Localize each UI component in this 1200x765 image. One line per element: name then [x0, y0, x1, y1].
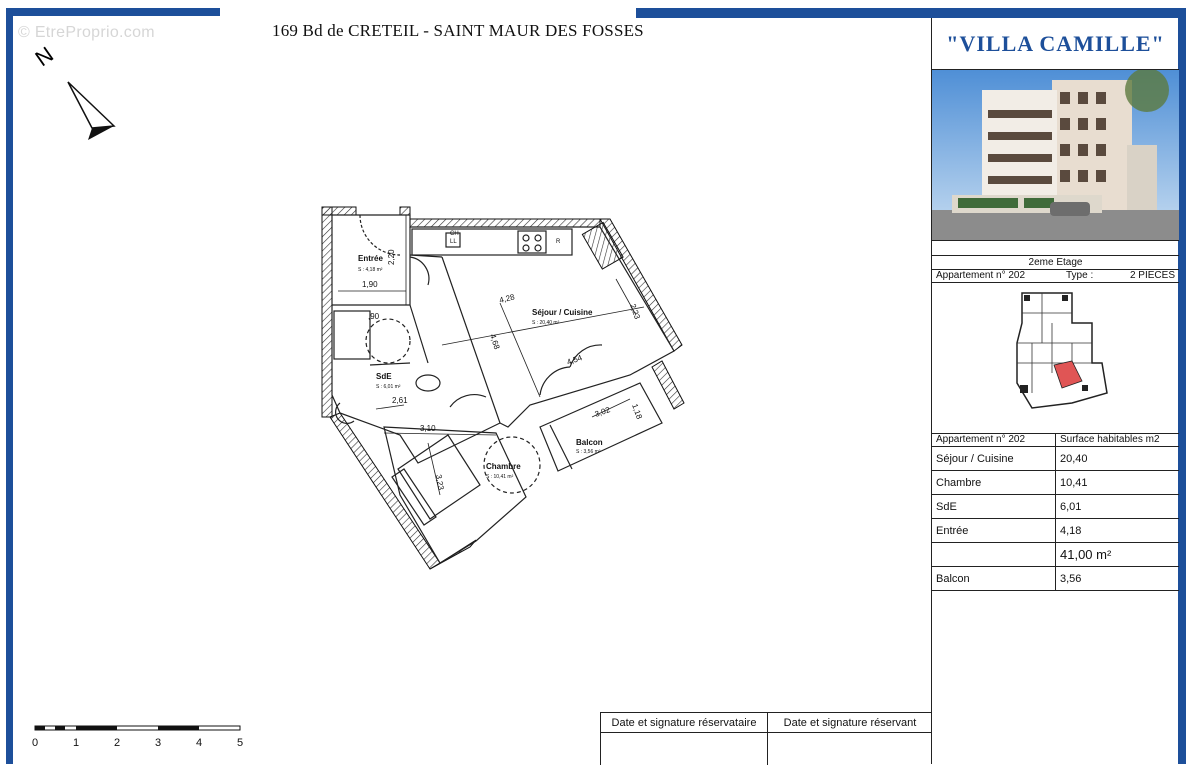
row-area: 6,01 — [1055, 494, 1179, 519]
building-photo — [932, 70, 1179, 241]
type-value: 2 PIECES — [1129, 270, 1175, 281]
signature-reservataire[interactable]: Date et signature réservataire — [601, 713, 768, 765]
room-sde-area: S : 6,01 m² — [376, 384, 401, 390]
row-room: SdE — [932, 494, 1056, 519]
dim-3-23: 3,23 — [434, 474, 446, 491]
frame-right-border — [1178, 8, 1186, 764]
type-label: Type : — [1066, 270, 1094, 281]
signature-reservant[interactable]: Date et signature réservant — [768, 713, 932, 765]
dim-090: ,90 — [368, 312, 380, 321]
dim-1-90: 1,90 — [362, 280, 378, 289]
row-area: 20,40 — [1055, 446, 1179, 471]
project-title: "VILLA CAMILLE" — [932, 18, 1179, 70]
table-header-right: Surface habitables m2 — [1055, 434, 1179, 447]
signature-block: Date et signature réservataire Date et s… — [600, 712, 932, 765]
apartment-type-row: Appartement n° 202 Type : 2 PIECES — [932, 270, 1179, 283]
dim-4-68: 4,68 — [488, 333, 502, 351]
north-letter: N — [31, 42, 58, 72]
row-area: 10,41 — [1055, 470, 1179, 495]
address-title: 169 Bd de CRETEIL - SAINT MAUR DES FOSSE… — [272, 21, 644, 40]
room-entree-name: Entrée — [358, 254, 383, 263]
balcon-row: Balcon 3,56 — [932, 566, 1179, 591]
dim-2-20: 2,20 — [387, 249, 396, 265]
signature-reservataire-label: Date et signature réservataire — [601, 713, 767, 733]
info-panel: "VILLA CAMILLE" 2eme Etage Appartement n… — [931, 18, 1179, 764]
signature-reservant-label: Date et signature réservant — [768, 713, 932, 733]
room-balcon-name: Balcon — [576, 438, 603, 447]
row-room: Balcon — [932, 566, 1056, 591]
total-area: 41,00 m² — [1055, 542, 1179, 567]
row-room: Chambre — [932, 470, 1056, 495]
scale-tick-5: 5 — [237, 737, 243, 749]
dim-4-54: 4,54 — [566, 353, 584, 367]
scale-tick-4: 4 — [196, 737, 202, 749]
row-room: Séjour / Cuisine — [932, 446, 1056, 471]
scale-tick-0: 0 — [32, 737, 38, 749]
room-balcon-area: S : 3,56 m² — [576, 449, 601, 455]
frame-left-border — [6, 8, 13, 764]
surface-table: Appartement n° 202 Surface habitables m2… — [932, 434, 1179, 591]
room-entree-area: S : 4,18 m² — [358, 267, 383, 273]
table-row: Entrée 4,18 — [932, 518, 1179, 543]
dim-2-61: 2,61 — [392, 396, 408, 405]
row-area: 4,18 — [1055, 518, 1179, 543]
table-header-left: Appartement n° 202 — [932, 434, 1056, 447]
table-row: Chambre 10,41 — [932, 470, 1179, 495]
table-row: Séjour / Cuisine 20,40 — [932, 446, 1179, 471]
north-arrow-icon: N — [31, 42, 116, 140]
room-sejour-name: Séjour / Cuisine — [532, 308, 593, 317]
room-sejour-area: S : 20,40 m² — [532, 320, 560, 326]
table-row: SdE 6,01 — [932, 494, 1179, 519]
floor-label: 2eme Etage — [932, 255, 1179, 270]
dim-4-28: 4,28 — [498, 292, 516, 305]
scale-tick-1: 1 — [73, 737, 79, 749]
kitchen-ch-label: CH — [450, 231, 459, 237]
scale-tick-2: 2 — [114, 737, 120, 749]
total-row: 41,00 m² — [932, 542, 1179, 567]
row-room: Entrée — [932, 518, 1056, 543]
row-area: 3,56 — [1055, 566, 1179, 591]
frame-top-left-border — [6, 8, 220, 16]
floor-plan: 2,20 1,90 ,90 4,28 2,23 4,68 4,54 2,61 3… — [321, 206, 685, 570]
room-chambre-name: Chambre — [486, 462, 521, 471]
room-chambre-area: S : 10,41 m² — [486, 474, 514, 480]
key-plan — [932, 283, 1179, 434]
total-empty — [932, 542, 1056, 567]
kitchen-ll-label: LL — [450, 239, 457, 245]
dim-3-02: 3,02 — [594, 405, 612, 419]
apartment-number: Appartement n° 202 — [936, 270, 1026, 281]
dim-3-10: 3,10 — [420, 424, 436, 433]
frame-top-right-border — [636, 8, 1182, 18]
scale-tick-3: 3 — [155, 737, 161, 749]
dim-1-18: 1,18 — [630, 403, 644, 421]
dim-2-23: 2,23 — [628, 303, 642, 321]
kitchen-r-label: R — [556, 239, 561, 245]
scale-bar: 0 1 2 3 4 5 — [32, 725, 243, 749]
room-sde-name: SdE — [376, 372, 392, 381]
